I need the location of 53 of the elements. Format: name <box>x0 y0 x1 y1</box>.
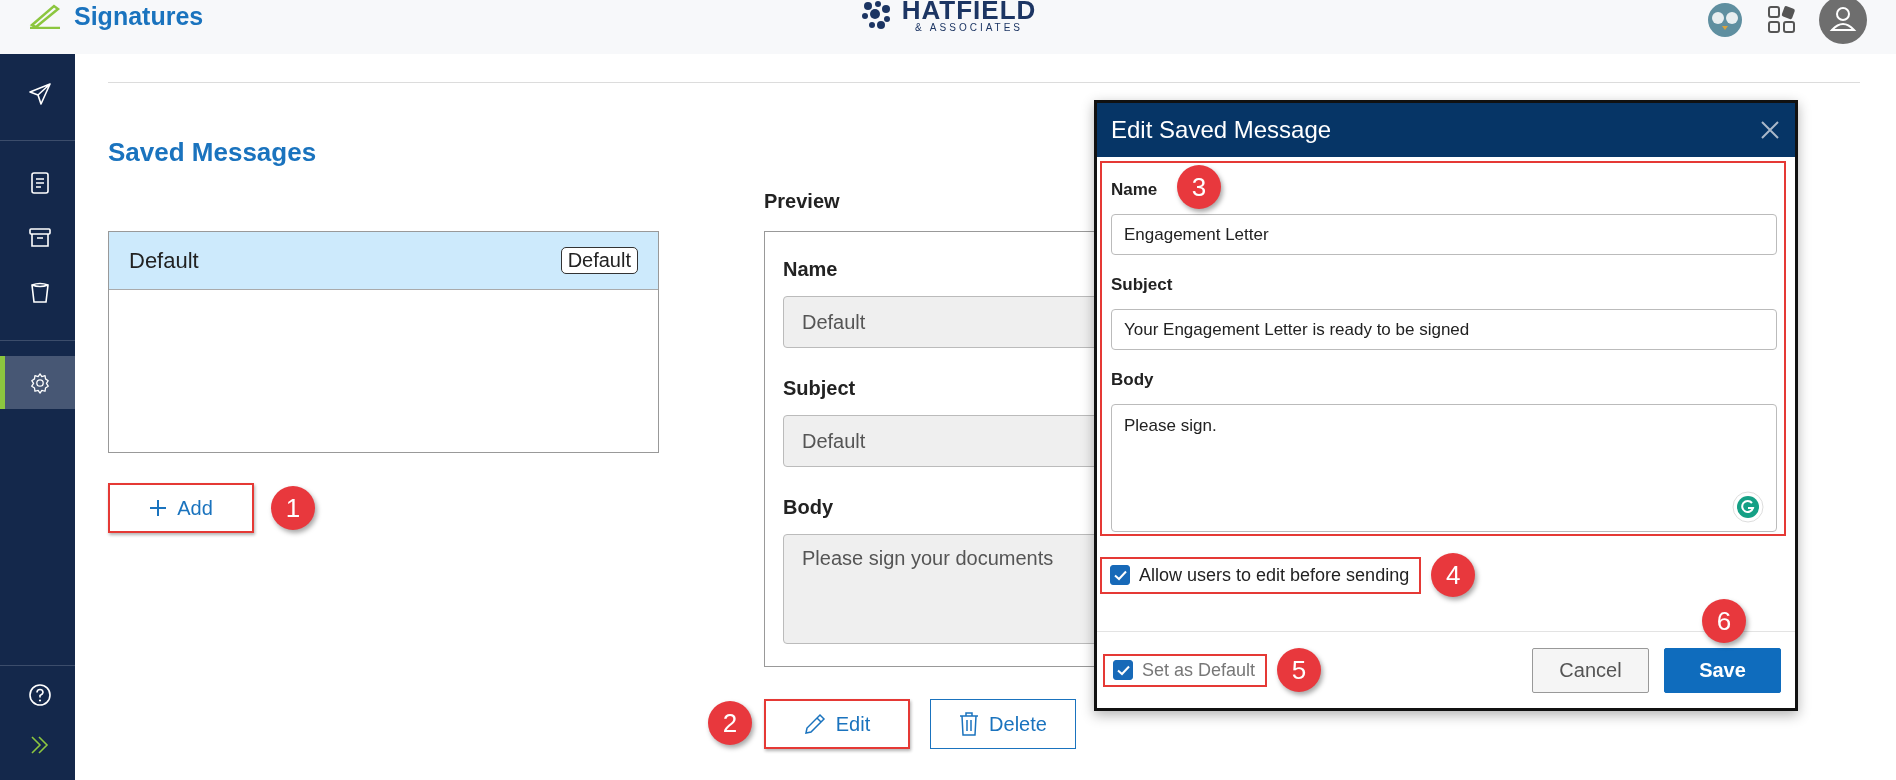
send-icon <box>29 82 51 105</box>
check-icon <box>1116 664 1130 676</box>
field-label: Subject <box>1111 275 1173 295</box>
field-label: Subject <box>783 377 856 401</box>
text-field[interactable]: Your Engagement Letter is ready to be signed <box>1111 309 1777 350</box>
checkbox-option[interactable]: Set as Default <box>1103 653 1268 687</box>
step-number: 4 <box>1431 553 1476 597</box>
default-tag: Default <box>560 247 638 274</box>
checkbox[interactable] <box>1110 565 1130 585</box>
cancel-button[interactable]: Cancel <box>1532 647 1649 693</box>
firm-name: HATFIELD <box>901 0 1037 20</box>
trash-icon <box>959 712 980 736</box>
trash-icon <box>30 281 50 304</box>
preview-title: Preview <box>764 188 840 214</box>
checkbox-label: Set as Default <box>1142 659 1256 681</box>
field-label: Body <box>783 496 833 520</box>
field-label: Name <box>1111 180 1158 200</box>
plus-icon <box>149 499 168 517</box>
pencil-icon <box>803 713 826 735</box>
field-label: Body <box>1111 370 1154 390</box>
apps-icon[interactable] <box>1767 5 1797 35</box>
grammar-check-icon[interactable] <box>1732 491 1764 523</box>
check-icon <box>1113 569 1127 581</box>
avatar-icon[interactable] <box>1705 2 1745 38</box>
document-icon <box>31 171 49 194</box>
firm-tagline: & ASSOCIATES <box>914 22 1024 33</box>
checkbox[interactable] <box>1113 660 1133 680</box>
save-button[interactable]: Save <box>1664 647 1781 693</box>
message-item[interactable]: Default Default <box>109 232 658 290</box>
help-icon <box>29 684 51 706</box>
edit-button[interactable]: Edit <box>764 699 910 749</box>
step-number: 5 <box>1277 648 1322 692</box>
brand-name: Signatures <box>74 2 204 31</box>
step-number: 6 <box>1702 599 1746 643</box>
step-number: 1 <box>271 486 315 530</box>
sidebar-item[interactable] <box>0 356 75 409</box>
field-label: Name <box>783 258 838 282</box>
close-icon[interactable] <box>1761 121 1779 139</box>
delete-button[interactable]: Delete <box>930 699 1076 749</box>
checkbox-option[interactable]: Allow users to edit before sending <box>1100 556 1422 594</box>
message-name: Default <box>129 247 199 274</box>
page-title: Saved Messages <box>108 137 317 169</box>
text-area[interactable]: Please sign. <box>1111 404 1777 532</box>
settings-icon <box>29 371 51 394</box>
user-icon[interactable] <box>1819 0 1867 44</box>
step-number: 3 <box>1177 165 1221 209</box>
text-field[interactable]: Engagement Letter <box>1111 214 1777 255</box>
dialog-title: Edit Saved Message <box>1111 116 1332 144</box>
pen-logo-icon <box>28 2 62 29</box>
archive-box-icon <box>29 227 51 248</box>
step-number: 2 <box>708 701 752 745</box>
add-button[interactable]: Add <box>108 483 254 533</box>
double-chevron-icon <box>30 735 50 755</box>
